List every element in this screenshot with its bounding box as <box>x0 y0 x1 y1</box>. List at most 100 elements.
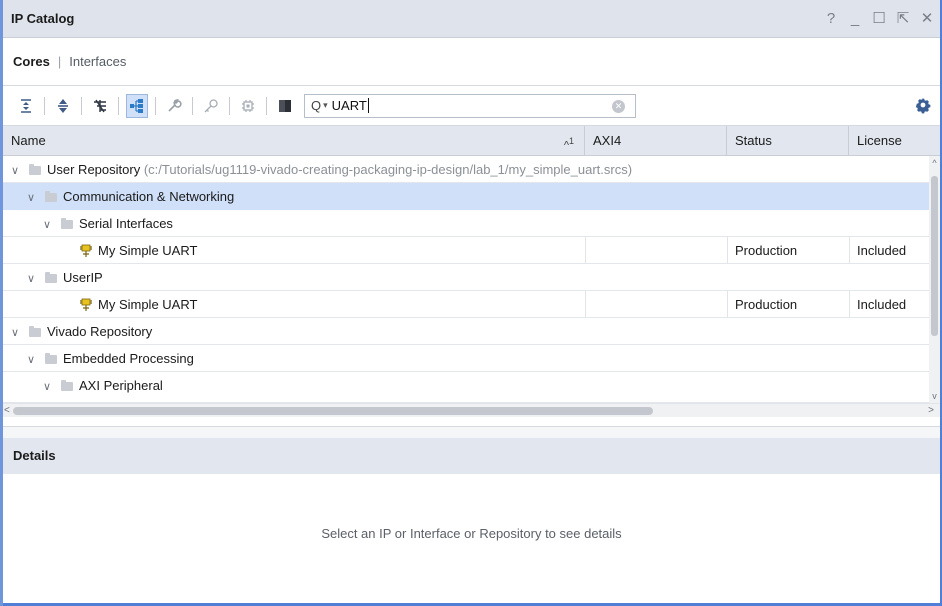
maximize-icon[interactable]: ☐ <box>872 9 886 27</box>
horizontal-scrollbar[interactable]: < > <box>3 403 940 417</box>
scroll-up-icon[interactable]: ^ <box>929 158 940 168</box>
row-name-cell: ∨ User Repository (c:/Tutorials/ug1119-vi… <box>9 156 929 183</box>
table-row[interactable]: ∨ User Repository (c:/Tutorials/ug1119-vi… <box>3 156 929 183</box>
toolbar-divider <box>266 96 267 115</box>
toolbar-divider <box>81 96 82 115</box>
sort-index: 1 <box>568 136 574 146</box>
row-name-cell: ∨ Serial Interfaces <box>41 210 585 237</box>
column-header-name[interactable]: Name ^1 <box>3 126 585 156</box>
search-input[interactable]: UART <box>332 98 369 113</box>
chevron-down-icon[interactable]: ∨ <box>9 158 21 183</box>
details-empty-message: Select an IP or Interface or Repository … <box>321 526 622 541</box>
collapse-all-icon[interactable] <box>15 94 37 118</box>
expand-all-icon[interactable] <box>52 94 74 118</box>
column-header-license-label: License <box>857 133 902 148</box>
tab-cores[interactable]: Cores <box>13 54 50 69</box>
minimize-icon[interactable]: _ <box>848 9 862 27</box>
compatible-families-icon[interactable] <box>237 94 259 118</box>
table-row[interactable]: My Simple UART Production Included <box>3 291 929 318</box>
chevron-down-icon[interactable]: ∨ <box>9 320 21 345</box>
cell-divider <box>849 291 850 318</box>
chevron-down-icon[interactable]: ∨ <box>25 266 37 291</box>
details-header: Details <box>3 438 940 474</box>
window-title: IP Catalog <box>11 11 75 26</box>
scroll-down-icon[interactable]: v <box>929 391 940 401</box>
group-by-icon[interactable] <box>126 93 148 118</box>
table-row[interactable]: ∨ Vivado Repository <box>3 318 929 345</box>
folder-icon <box>29 326 41 337</box>
row-name: User Repository <box>47 162 141 177</box>
scroll-right-icon[interactable]: > <box>928 404 934 418</box>
row-license: Included <box>857 243 907 258</box>
help-icon[interactable]: ? <box>824 9 838 27</box>
vertical-scroll-thumb[interactable] <box>931 176 938 336</box>
folder-icon <box>45 353 57 364</box>
customize-ip-icon[interactable] <box>163 94 185 118</box>
row-axi4 <box>593 237 727 264</box>
vertical-scrollbar[interactable]: ^ v <box>929 156 940 403</box>
row-name-cell: ∨ Embedded Processing <box>25 345 585 372</box>
scroll-left-icon[interactable]: < <box>4 404 10 418</box>
cell-divider <box>585 291 586 318</box>
folder-icon <box>61 380 73 391</box>
row-name: Embedded Processing <box>63 351 194 366</box>
row-name: Communication & Networking <box>63 189 235 204</box>
clear-search-icon[interactable]: ✕ <box>612 99 625 113</box>
table-row[interactable]: ∨ Communication & Networking <box>3 183 929 210</box>
show-deprecated-icon[interactable] <box>274 94 296 118</box>
table-header: Name ^1 AXI4 Status License <box>3 126 940 156</box>
ip-settings-icon[interactable] <box>200 94 222 118</box>
chevron-down-icon[interactable]: ∨ <box>41 212 53 237</box>
row-name: Vivado Repository <box>47 324 153 339</box>
cell-divider <box>727 291 728 318</box>
table-row[interactable]: ∨ AXI Peripheral <box>3 372 929 403</box>
repository-path: (c:/Tutorials/ug1119-vivado-creating-pac… <box>143 162 633 177</box>
ip-core-icon <box>79 240 93 257</box>
ip-core-icon <box>79 294 93 311</box>
search-icon: Q <box>311 98 322 113</box>
table-row[interactable]: ∨ Embedded Processing <box>3 345 929 372</box>
column-header-status-label: Status <box>735 133 772 148</box>
search-options-chevron-icon[interactable]: ▾ <box>323 100 328 111</box>
row-name: AXI Peripheral <box>79 378 163 393</box>
toolbar-divider <box>118 96 119 115</box>
window-controls: ? _ ☐ ⇱ ✕ <box>824 9 934 28</box>
column-header-axi4[interactable]: AXI4 <box>585 126 727 156</box>
column-header-license[interactable]: License <box>849 126 929 156</box>
view-tabs: Cores | Interfaces <box>3 38 940 86</box>
table-row[interactable]: ∨ UserIP <box>3 264 929 291</box>
folder-icon <box>29 164 41 175</box>
toolbar-divider <box>192 96 193 115</box>
chevron-down-icon[interactable]: ∨ <box>25 185 37 210</box>
toolbar-divider <box>155 96 156 115</box>
row-name: Serial Interfaces <box>79 216 173 231</box>
chevron-down-icon[interactable]: ∨ <box>25 347 37 372</box>
row-name-cell: ∨ UserIP <box>25 264 585 291</box>
row-license: Included <box>857 297 907 312</box>
settings-gear-icon[interactable] <box>914 96 932 114</box>
row-name-cell: ∨ Communication & Networking <box>25 183 585 210</box>
chevron-down-icon[interactable]: ∨ <box>41 374 53 399</box>
table-row[interactable]: My Simple UART Production Included <box>3 237 929 264</box>
panel-splitter[interactable] <box>3 426 940 438</box>
column-header-axi4-label: AXI4 <box>593 133 622 148</box>
horizontal-scroll-thumb[interactable] <box>13 407 653 415</box>
toolbar-divider <box>44 96 45 115</box>
row-name: My Simple UART <box>98 243 198 258</box>
search-field[interactable]: Q ▾ UART ✕ <box>304 93 636 118</box>
folder-icon <box>45 272 57 283</box>
row-name-cell: My Simple UART <box>79 237 585 264</box>
table-row[interactable]: ∨ Serial Interfaces <box>3 210 929 237</box>
row-name-cell: ∨ Vivado Repository <box>9 318 585 345</box>
details-panel: Select an IP or Interface or Repository … <box>3 474 940 602</box>
tab-interfaces[interactable]: Interfaces <box>69 54 126 69</box>
column-header-status[interactable]: Status <box>727 126 849 156</box>
row-status: Production <box>735 297 798 312</box>
cell-divider <box>849 237 850 264</box>
close-icon[interactable]: ✕ <box>920 9 934 27</box>
cell-divider <box>727 237 728 264</box>
cell-divider <box>585 237 586 264</box>
float-icon[interactable]: ⇱ <box>896 9 910 27</box>
folder-icon <box>45 191 57 202</box>
flatten-hierarchy-icon[interactable] <box>89 94 111 118</box>
